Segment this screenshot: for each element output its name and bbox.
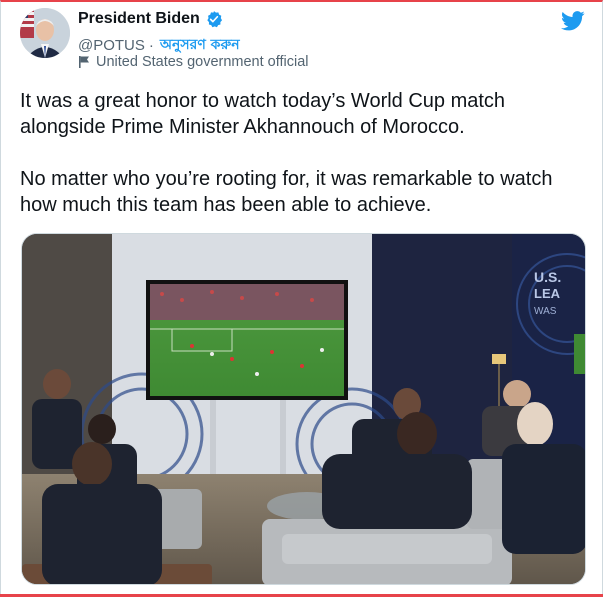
avatar[interactable] [20, 8, 70, 58]
tweet-paragraph: No matter who you’re rooting for, it was… [20, 168, 553, 216]
tweet-paragraph: It was a great honor to watch today’s Wo… [20, 90, 506, 138]
verified-badge-icon [207, 11, 222, 28]
twitter-bird-icon[interactable] [561, 10, 585, 32]
tweet-photo[interactable]: U.S. LEA WAS [21, 233, 586, 585]
affiliation-label: United States government official [96, 54, 309, 70]
tweet-text: It was a great honor to watch today’s Wo… [20, 88, 580, 218]
svg-text:WAS: WAS [534, 306, 557, 317]
svg-text:LEA: LEA [534, 286, 561, 301]
wall-sign-text: U.S. [534, 269, 561, 285]
author-name-row: President Biden [78, 10, 223, 28]
affiliation-row: United States government official [78, 54, 309, 70]
author-handle[interactable]: @POTUS [78, 37, 145, 54]
separator-dot: · [148, 36, 154, 54]
flag-icon [79, 56, 89, 68]
author-name[interactable]: President Biden [78, 10, 200, 28]
